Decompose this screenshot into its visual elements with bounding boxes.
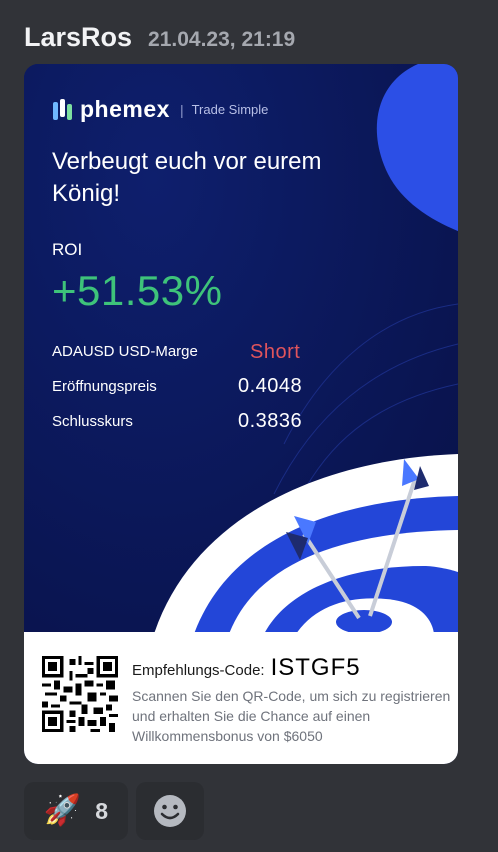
message-timestamp: 21.04.23, 21:19 — [148, 28, 296, 51]
dartboard-illustration — [154, 454, 458, 632]
stat-label-pair: ADAUSD USD-Marge — [52, 343, 198, 360]
message-author[interactable]: LarsRos — [24, 22, 132, 53]
reaction-rocket[interactable]: 🚀 8 — [24, 782, 128, 840]
rocket-icon: 🚀 — [43, 794, 82, 827]
brand-separator: | — [179, 101, 184, 118]
stat-value-direction: Short — [250, 341, 301, 363]
referral-line: Empfehlungs-Code: ISTGF5 — [132, 654, 361, 682]
referral-description: Scannen Sie den QR-Code, um sich zu regi… — [132, 688, 451, 744]
qr-code-icon — [42, 656, 118, 732]
add-reaction-button[interactable] — [136, 782, 204, 840]
add-reaction-icon — [154, 795, 186, 827]
phemex-logo-icon — [53, 98, 72, 120]
brand-name: phemex — [80, 96, 170, 122]
roi-value: +51.53% — [52, 267, 223, 314]
stat-value-entry: 0.4048 — [238, 375, 303, 397]
referral-label: Empfehlungs-Code: — [132, 662, 265, 679]
stat-label-entry: Eröffnungspreis — [52, 378, 157, 395]
share-card-image[interactable]: phemex | Trade Simple Verbeugt euch vor … — [24, 64, 458, 764]
reaction-count: 8 — [95, 797, 109, 824]
card-footer: Empfehlungs-Code: ISTGF5 Scannen Sie den… — [24, 632, 458, 764]
card-headline: Verbeugt euch vor eurem König! — [52, 148, 322, 207]
brand-header: phemex | Trade Simple — [52, 96, 268, 123]
roi-label: ROI — [52, 240, 83, 259]
referral-code: ISTGF5 — [270, 654, 361, 681]
brand-tagline: Trade Simple — [191, 102, 269, 117]
message-header: LarsRos 21.04.23, 21:19 — [24, 22, 295, 53]
reactions-bar: 🚀 8 — [24, 782, 204, 840]
card-hero: phemex | Trade Simple Verbeugt euch vor … — [24, 64, 458, 632]
